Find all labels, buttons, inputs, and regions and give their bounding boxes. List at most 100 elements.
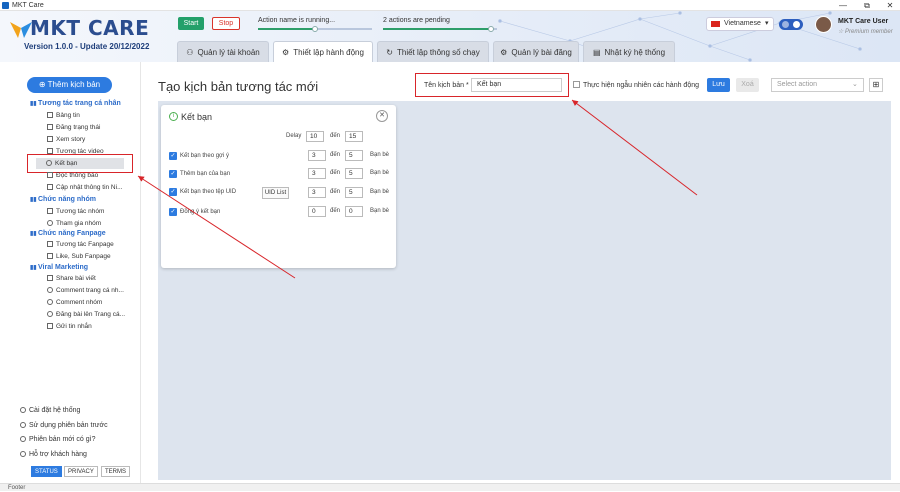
sidebar-item-comment-profile[interactable]: Comment trang cá nh... [47, 287, 124, 294]
sidebar-item-fanpage-interaction[interactable]: Tương tác Fanpage [47, 241, 114, 248]
terms-badge[interactable]: TERMS [101, 466, 130, 477]
start-button[interactable]: Start [178, 17, 204, 30]
sidebar-item-news-feed[interactable]: Bảng tin [47, 112, 80, 119]
delay-label: Delay [286, 133, 302, 139]
suggested-from-input[interactable]: 3 [308, 150, 326, 161]
group-personal-interaction[interactable]: ▮▮Tương tác trang cá nhân [30, 100, 121, 107]
sidebar-item-update-info[interactable]: Cập nhật thông tin Ni... [47, 184, 123, 191]
log-icon: ▤ [592, 48, 601, 57]
membership-label: ☆ Premium member [838, 29, 893, 35]
avatar[interactable] [815, 16, 832, 33]
select-placeholder: Select action [777, 81, 818, 88]
uid-to-input[interactable]: 5 [345, 187, 363, 198]
app-header: MKT CARE Version 1.0.0 - Update 20/12/20… [0, 11, 900, 62]
group-group-functions[interactable]: ▮▮Chức năng nhóm [30, 196, 96, 203]
toggle-dot-icon [782, 21, 789, 28]
sidebar-item-post-status[interactable]: Đăng trạng thái [47, 124, 100, 131]
sidebar-item-group-interaction[interactable]: Tương tác nhóm [47, 208, 104, 215]
select-action-dropdown[interactable]: Select action ⌄ [771, 78, 864, 92]
random-actions-checkbox[interactable]: Thực hiện ngẫu nhiên các hành động [573, 81, 699, 89]
sidebar-item-send-message[interactable]: Gửi tin nhắn [47, 323, 92, 330]
info-icon [20, 436, 26, 442]
item-label: Comment nhóm [56, 299, 103, 306]
status-badge[interactable]: STATUS [31, 466, 62, 477]
user-name: MKT Care User [838, 18, 889, 25]
accept-from-input[interactable]: 0 [308, 206, 326, 217]
group-title: Chức năng nhóm [38, 196, 96, 203]
brand-name: MKT CARE [30, 16, 150, 40]
share-icon [47, 275, 53, 281]
maximize-icon[interactable]: ⧉ [859, 0, 875, 11]
item-label: Đăng bài lên Trang cá... [56, 311, 126, 318]
whats-new-link[interactable]: Phiên bản mới có gì? [20, 436, 95, 443]
group-title: Chức năng Fanpage [38, 230, 106, 237]
tab-run-parameters[interactable]: ↻ Thiết lập thông số chạy [377, 41, 489, 62]
sidebar-item-join-group[interactable]: Tham gia nhóm [47, 220, 101, 227]
plus-circle-icon: ⊕ [38, 80, 46, 89]
grid-icon[interactable]: ⊞ [869, 78, 883, 92]
vietnam-flag-icon [711, 21, 720, 27]
accept-to-input[interactable]: 0 [345, 206, 363, 217]
unit-label: Bạn bè [370, 208, 390, 214]
bar-chart-icon: ▮▮ [30, 197, 37, 203]
bar-chart-icon: ▮▮ [30, 101, 37, 107]
app-icon [2, 2, 9, 9]
unit-label: Bạn bè [370, 189, 390, 195]
window-title: MKT Care [12, 2, 44, 9]
suggested-friends-checkbox[interactable]: ✓ [169, 152, 177, 160]
sidebar-item-view-story[interactable]: Xem story [47, 136, 85, 143]
list-icon [47, 184, 53, 190]
add-script-label: Thêm kịch bản [47, 80, 101, 89]
link-label: Hỗ trợ khách hàng [29, 451, 87, 458]
delete-button[interactable]: Xoá [736, 78, 759, 92]
minimize-icon[interactable]: — [835, 0, 851, 11]
uid-list-button[interactable]: UID List [262, 187, 289, 199]
tab-account-management[interactable]: ⚇ Quản lý tài khoản [177, 41, 269, 62]
tab-system-log[interactable]: ▤ Nhật ký hệ thống [583, 41, 675, 62]
row-label: Kết bạn theo gợi ý [180, 153, 229, 159]
fof-to-input[interactable]: 5 [345, 168, 363, 179]
tab-post-management[interactable]: ⚙ Quản lý bài đăng [493, 41, 579, 62]
language-select[interactable]: Vietnamese ▾ [706, 17, 774, 31]
to-label: đến [330, 208, 341, 214]
history-icon [20, 422, 26, 428]
system-settings-link[interactable]: Cài đặt hệ thống [20, 407, 80, 414]
page-icon [47, 241, 53, 247]
theme-toggle[interactable] [779, 19, 803, 30]
pending-progress-bar [383, 26, 497, 32]
friends-of-friends-checkbox[interactable]: ✓ [169, 170, 177, 178]
sidebar-item-read-notifications[interactable]: Đọc thông báo [47, 172, 98, 179]
previous-version-link[interactable]: Sử dụng phiên bản trước [20, 422, 108, 429]
row-label: Đồng ý kết bạn [180, 209, 221, 215]
bar-chart-icon: ▮▮ [30, 231, 37, 237]
group-viral-marketing[interactable]: ▮▮Viral Marketing [30, 264, 88, 271]
customer-support-link[interactable]: Hỗ trợ khách hàng [20, 451, 87, 458]
delay-from-input[interactable]: 10 [306, 131, 324, 142]
delay-to-input[interactable]: 15 [345, 131, 363, 142]
post-icon [47, 311, 53, 317]
item-label: Bảng tin [56, 112, 80, 119]
stop-button[interactable]: Stop [212, 17, 240, 30]
sidebar-item-comment-group[interactable]: Comment nhóm [47, 299, 102, 306]
refresh-icon: ↻ [386, 48, 393, 57]
group-fanpage-functions[interactable]: ▮▮Chức năng Fanpage [30, 230, 106, 237]
suggested-to-input[interactable]: 5 [345, 150, 363, 161]
item-label: Share bài viết [56, 275, 96, 282]
privacy-badge[interactable]: PRIVACY [64, 466, 98, 477]
sidebar-item-like-sub-fanpage[interactable]: Like, Sub Fanpage [47, 253, 111, 260]
running-progress-knob [312, 26, 318, 32]
uid-file-checkbox[interactable]: ✓ [169, 188, 177, 196]
highlight-box-name-field [415, 73, 569, 97]
fof-from-input[interactable]: 3 [308, 168, 326, 179]
sidebar-item-share-post[interactable]: Share bài viết [47, 275, 96, 282]
tab-label: Quản lý tài khoản [197, 48, 260, 57]
running-status-label: Action name is running... [258, 17, 336, 24]
accept-friend-checkbox[interactable]: ✓ [169, 208, 177, 216]
close-icon[interactable]: ✕ [882, 0, 898, 11]
save-button[interactable]: Lưu [707, 78, 730, 92]
close-icon[interactable]: ✕ [376, 110, 388, 122]
sidebar-item-post-to-profile[interactable]: Đăng bài lên Trang cá... [47, 311, 125, 318]
uid-from-input[interactable]: 3 [308, 187, 326, 198]
add-script-button[interactable]: ⊕ Thêm kịch bản [27, 77, 112, 93]
tab-action-setup[interactable]: ⚙ Thiết lập hành động [273, 41, 373, 62]
